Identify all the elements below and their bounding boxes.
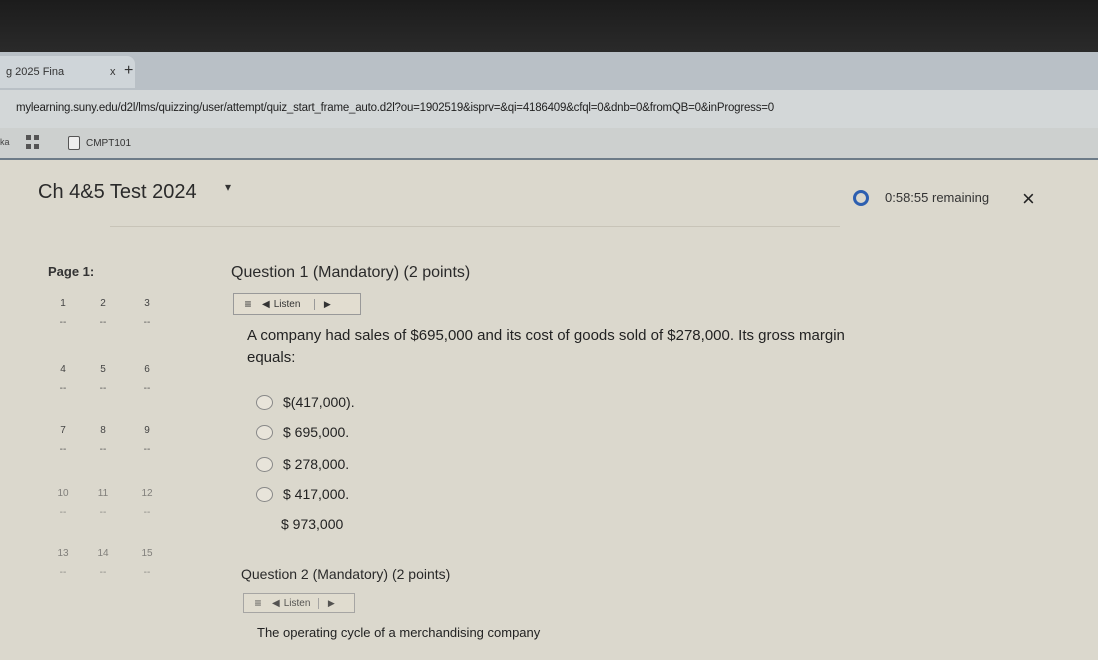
browser-tab[interactable]: g 2025 Fina x [0, 56, 135, 88]
timer-icon [853, 190, 869, 206]
answer-option[interactable]: $ 973,000 [281, 516, 343, 532]
question-nav-item[interactable]: 15 -- [127, 548, 167, 578]
question-nav-number: 7 [60, 425, 66, 436]
quiz-title: Ch 4&5 Test 2024 [38, 181, 197, 203]
menu-icon[interactable]: ≡ [244, 596, 272, 610]
radio-button[interactable] [256, 394, 273, 410]
listen-label: Listen [283, 597, 311, 609]
question-nav-item[interactable]: 5 -- [83, 364, 123, 394]
question-nav-status: -- [143, 317, 151, 328]
answer-label: $(417,000). [283, 394, 355, 410]
question-nav-number: 9 [144, 425, 150, 436]
question-nav-number: 2 [100, 298, 106, 309]
question-nav-item[interactable]: 11 -- [83, 488, 123, 518]
question-2-title: Question 2 (Mandatory) (2 points) [241, 566, 451, 582]
document-icon [68, 136, 80, 150]
question-nav-status: -- [99, 444, 107, 455]
answer-label: $ 973,000 [281, 516, 344, 532]
answer-option[interactable]: $ 278,000. [256, 456, 349, 472]
question-nav-item[interactable]: 1 -- [43, 298, 83, 328]
bookmark-course[interactable]: CMPT101 [68, 136, 131, 150]
question-nav-item[interactable]: 9 -- [127, 425, 167, 455]
question-nav-status: -- [99, 317, 107, 328]
listen-button-q2[interactable]: ≡ ◀ Listen ▶ [243, 593, 355, 613]
question-nav-item[interactable]: 3 -- [127, 298, 167, 328]
question-nav-status: -- [143, 383, 151, 394]
question-nav-status: -- [59, 567, 67, 578]
answer-option[interactable]: $(417,000). [256, 394, 355, 410]
answer-label: $ 417,000. [283, 486, 350, 502]
question-nav-item[interactable]: 12 -- [127, 488, 167, 518]
question-nav-item[interactable]: 2 -- [83, 298, 123, 328]
answer-option[interactable]: $ 417,000. [256, 486, 349, 502]
question-nav-number: 15 [141, 548, 153, 559]
apps-grid-icon[interactable] [26, 135, 40, 149]
play-icon[interactable]: ▶ [314, 298, 339, 310]
page-label: Page 1: [48, 264, 95, 279]
question-nav-number: 12 [141, 488, 153, 499]
question-nav-item[interactable]: 6 -- [127, 364, 167, 394]
question-nav-status: -- [59, 383, 67, 394]
radio-button[interactable] [256, 486, 273, 502]
menu-icon[interactable]: ≡ [234, 297, 262, 311]
question-nav-status: -- [59, 317, 67, 328]
bookmarks-bar: ka CMPT101 [0, 128, 1098, 160]
answer-label: $ 278,000. [283, 456, 350, 472]
question-nav-item[interactable]: 4 -- [43, 364, 83, 394]
question-nav-status: -- [59, 444, 67, 455]
url-text[interactable]: mylearning.suny.edu/d2l/lms/quizzing/use… [16, 102, 774, 114]
answer-option[interactable]: $ 695,000. [256, 424, 349, 440]
title-dropdown-icon[interactable]: ▾ [225, 180, 231, 194]
timer-remaining: 0:58:55 remaining [885, 190, 990, 205]
question-nav-status: -- [143, 507, 151, 518]
screen-bezel [0, 0, 1098, 52]
question-nav-item[interactable]: 10 -- [43, 488, 83, 518]
question-nav-status: -- [99, 507, 107, 518]
question-nav-number: 1 [60, 298, 66, 309]
divider [110, 226, 840, 227]
radio-button[interactable] [256, 424, 273, 440]
question-1-text: A company had sales of $695,000 and its … [247, 327, 845, 366]
question-nav-number: 5 [100, 364, 106, 375]
question-nav-status: -- [143, 444, 151, 455]
address-bar[interactable]: mylearning.suny.edu/d2l/lms/quizzing/use… [0, 90, 1098, 128]
question-nav-number: 8 [100, 425, 106, 436]
question-nav-item[interactable]: 14 -- [83, 548, 123, 578]
speaker-icon: ◀ [262, 298, 270, 310]
close-icon[interactable]: × [1022, 186, 1035, 212]
tab-title: g 2025 Fina [6, 66, 65, 78]
answer-label: $ 695,000. [283, 424, 350, 440]
question-nav-number: 14 [97, 548, 109, 559]
question-nav-number: 10 [57, 488, 69, 499]
question-nav-item[interactable]: 7 -- [43, 425, 83, 455]
question-nav-number: 6 [144, 364, 150, 375]
question-nav-number: 13 [57, 548, 69, 559]
close-tab-icon[interactable]: x [110, 66, 116, 78]
play-icon[interactable]: ▶ [318, 597, 343, 609]
question-nav-item[interactable]: 8 -- [83, 425, 123, 455]
new-tab-button[interactable]: + [124, 62, 133, 80]
quiz-page: Ch 4&5 Test 2024 ▾ 0:58:55 remaining × P… [0, 160, 1098, 660]
question-nav-item[interactable]: 13 -- [43, 548, 83, 578]
question-2-text: The operating cycle of a merchandising c… [257, 625, 541, 640]
listen-label: Listen [273, 298, 301, 310]
browser-tab-bar: g 2025 Fina x + [0, 52, 1098, 90]
bookmark-course-label: CMPT101 [86, 137, 132, 149]
question-nav-status: -- [99, 383, 107, 394]
question-nav-number: 3 [144, 298, 150, 309]
question-nav-number: 11 [97, 488, 109, 499]
question-1-title: Question 1 (Mandatory) (2 points) [231, 264, 471, 281]
question-nav-status: -- [99, 567, 107, 578]
bookmark-item[interactable]: ka [0, 137, 10, 147]
question-nav-number: 4 [60, 364, 66, 375]
question-nav-status: -- [143, 567, 151, 578]
radio-button[interactable] [256, 456, 273, 472]
question-nav-status: -- [59, 507, 67, 518]
speaker-icon: ◀ [272, 597, 280, 609]
listen-button-q1[interactable]: ≡ ◀ Listen ▶ [233, 293, 361, 315]
